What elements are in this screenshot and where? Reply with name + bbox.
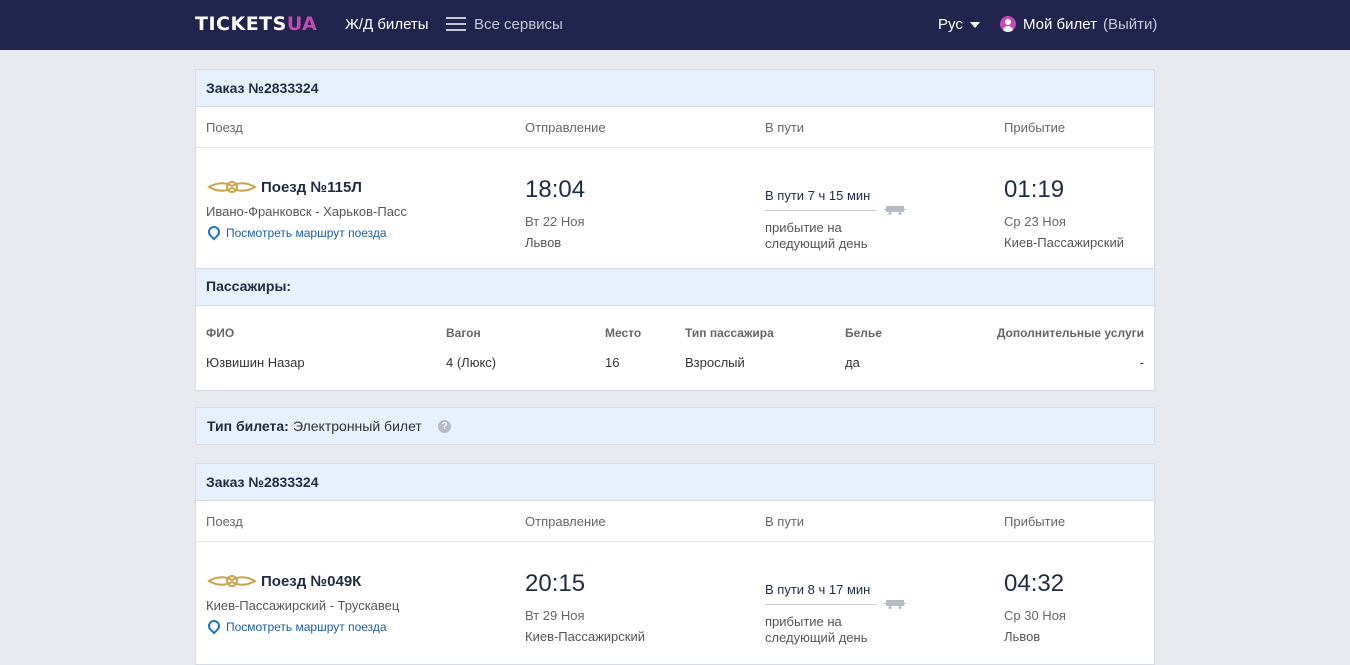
location-pin-icon: [205, 223, 223, 241]
duration-divider: [765, 604, 877, 605]
arrival-time: 01:19: [1004, 176, 1065, 203]
language-selector[interactable]: Рус: [938, 16, 963, 33]
col-arrival: Прибытие: [1004, 514, 1066, 529]
train-number: Поезд №049К: [261, 573, 362, 590]
travel-duration: В пути 8 ч 17 мин: [765, 582, 871, 597]
railway-logo-icon: [207, 575, 257, 587]
passengers-table: ФИО Вагон Место Тип пассажира Белье Допо…: [196, 306, 1154, 390]
arrival-time: 04:32: [1004, 570, 1065, 597]
menu-icon[interactable]: [446, 17, 466, 33]
trip-row: Поезд №115Л Ивано-Франковск - Харьков-Па…: [196, 148, 1154, 268]
logout-link[interactable]: (Выйти): [1103, 16, 1157, 33]
tickets-ua-logo[interactable]: TICKETSUA: [195, 13, 317, 35]
nav-all-services-link[interactable]: Все сервисы: [474, 16, 563, 33]
arrival-date: Ср 30 Ноя: [1004, 608, 1066, 623]
header-type: Тип пассажира: [685, 326, 774, 340]
trip-row: Поезд №049К Киев-Пассажирский - Трускаве…: [196, 542, 1154, 662]
column-headers: Поезд Отправление В пути Прибытие: [196, 107, 1154, 148]
departure-station: Львов: [525, 235, 562, 250]
railway-logo-icon: [207, 181, 257, 193]
arrival-station: Киев-Пассажирский: [1004, 235, 1125, 250]
duration-divider: [765, 210, 877, 211]
ticket-type-label: Тип билета:: [207, 418, 289, 434]
logo-main-text: TICKETS: [195, 13, 287, 35]
order-card: Заказ №2833324 Поезд Отправление В пути …: [195, 463, 1155, 665]
arrival-station: Львов: [1004, 629, 1041, 644]
travel-duration: В пути 7 ч 15 мин: [765, 188, 871, 203]
arrival-date: Ср 23 Ноя: [1004, 214, 1066, 229]
departure-date: Вт 29 Ноя: [525, 608, 585, 623]
passenger-extra: -: [1139, 355, 1144, 370]
departure-date: Вт 22 Ноя: [525, 214, 585, 229]
col-train: Поезд: [206, 120, 243, 135]
train-route: Ивано-Франковск - Харьков-Пасс: [206, 204, 407, 219]
header-name: ФИО: [206, 326, 235, 340]
train-icon: [884, 206, 906, 215]
train-route: Киев-Пассажирский - Трускавец: [206, 598, 400, 613]
passenger-linen: да: [845, 355, 860, 370]
user-icon: [1000, 16, 1016, 32]
departure-time: 18:04: [525, 176, 586, 203]
top-navigation-bar: TICKETSUA Ж/Д билеты Все сервисы Рус Мой…: [0, 0, 1350, 50]
train-number: Поезд №115Л: [261, 179, 362, 196]
passenger-type: Взрослый: [685, 355, 745, 370]
next-day-note: прибытие на следующий день: [765, 614, 868, 645]
ticket-type-value: Электронный билет: [293, 418, 422, 434]
view-route-link[interactable]: Посмотреть маршрут поезда: [226, 620, 387, 634]
chevron-down-icon[interactable]: [970, 22, 980, 28]
departure-station: Киев-Пассажирский: [525, 629, 646, 644]
next-day-note: прибытие на следующий день: [765, 220, 868, 251]
col-departure: Отправление: [525, 120, 606, 135]
departure-time: 20:15: [525, 570, 586, 597]
order-title: Заказ №2833324: [196, 70, 1154, 107]
header-seat: Место: [605, 326, 642, 340]
col-in-transit: В пути: [765, 120, 805, 135]
col-train: Поезд: [206, 514, 243, 529]
order-title: Заказ №2833324: [196, 464, 1154, 501]
logo-accent-text: UA: [286, 13, 318, 35]
help-icon[interactable]: ?: [438, 420, 451, 433]
header-linen: Белье: [845, 326, 882, 340]
nav-rail-tickets-link[interactable]: Ж/Д билеты: [345, 16, 429, 33]
view-route-link[interactable]: Посмотреть маршрут поезда: [226, 226, 387, 240]
passenger-seat: 16: [605, 355, 620, 370]
location-pin-icon: [205, 617, 223, 635]
header-car: Вагон: [446, 326, 481, 340]
ticket-type-bar: Тип билета: Электронный билет ?: [195, 407, 1155, 445]
header-extra: Дополнительные услуги: [996, 326, 1144, 340]
order-card: Заказ №2833324 Поезд Отправление В пути …: [195, 69, 1155, 391]
col-departure: Отправление: [525, 514, 606, 529]
col-in-transit: В пути: [765, 514, 805, 529]
col-arrival: Прибытие: [1004, 120, 1066, 135]
train-icon: [884, 600, 906, 609]
my-ticket-link[interactable]: Мой билет: [1023, 16, 1097, 33]
column-headers: Поезд Отправление В пути Прибытие: [196, 501, 1154, 542]
passenger-car: 4 (Люкс): [446, 355, 497, 370]
passenger-name: Юзвишин Назар: [206, 355, 305, 370]
passengers-title: Пассажиры:: [196, 268, 1154, 306]
